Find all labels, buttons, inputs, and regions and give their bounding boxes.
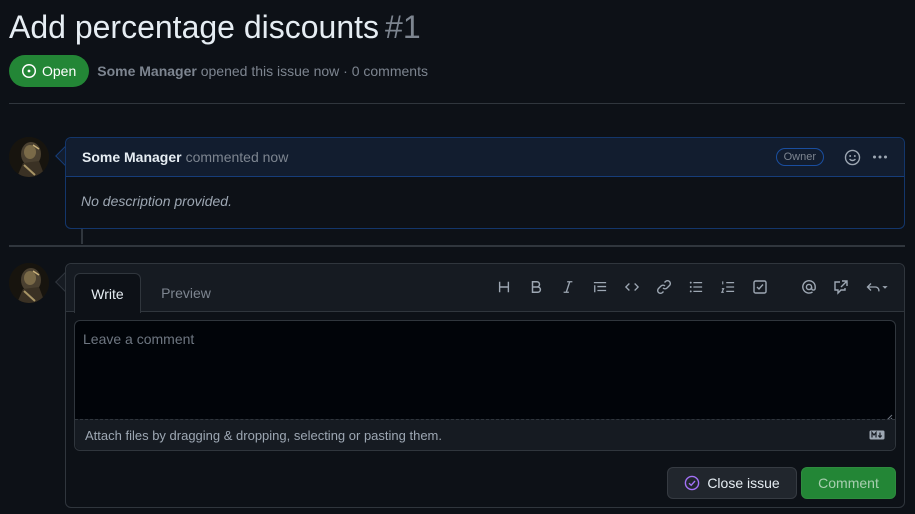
editor-header: Write Preview [66,264,904,313]
issue-number: #1 [385,9,421,45]
quote-icon[interactable] [588,276,612,298]
comment-author-link[interactable]: Some Manager [82,149,182,165]
unordered-list-icon[interactable] [684,276,708,298]
code-icon[interactable] [620,276,644,298]
comment-submit-button[interactable]: Comment [801,467,896,499]
saved-reply-icon[interactable] [863,276,893,298]
heading-icon[interactable] [492,276,516,298]
status-label: Open [42,63,77,79]
resize-grip-icon[interactable] [883,409,893,422]
cross-reference-icon[interactable] [829,276,853,298]
issue-opened-icon [21,63,37,79]
comment-textarea[interactable] [75,321,895,420]
owner-badge: Owner [775,148,824,166]
avatar[interactable] [9,263,49,303]
comment-body: No description provided. [81,193,232,209]
timeline-divider [9,245,905,247]
comment-action[interactable]: commented now [186,149,289,165]
attach-files-text: Attach files by dragging & dropping, sel… [85,427,442,443]
issue-opened-text: opened this issue now · 0 comments [200,63,428,79]
issue-meta: Open Some Manager opened this issue now … [9,55,428,87]
issue-title: Add percentage discounts #1 [9,9,421,45]
comment-box: Some Manager commented now Owner No desc… [65,137,905,229]
status-badge: Open [9,55,90,87]
issue-author-link[interactable]: Some Manager [97,63,197,79]
kebab-horizontal-icon[interactable] [870,147,890,167]
issue-meta-text: Some Manager opened this issue now · 0 c… [97,63,428,79]
avatar[interactable] [9,137,49,177]
issue-closed-icon [685,475,700,491]
bold-icon[interactable] [524,276,548,298]
close-issue-button[interactable]: Close issue [667,467,797,499]
close-issue-label: Close issue [707,475,780,491]
comment-textarea-wrapper: Attach files by dragging & dropping, sel… [74,320,896,451]
comment-header: Some Manager commented now Owner [66,138,904,177]
link-icon[interactable] [652,276,676,298]
markdown-icon[interactable] [869,430,885,440]
timeline-line [81,229,83,244]
task-list-icon[interactable] [748,276,772,298]
smiley-icon[interactable] [842,147,862,167]
markdown-toolbar [66,276,904,298]
mention-icon[interactable] [797,276,821,298]
header-divider [9,103,905,104]
comment-editor: Write Preview Leave a comment Attach fil… [65,263,905,508]
issue-page: Add percentage discounts #1 Open Some Man… [0,0,915,514]
ordered-list-icon[interactable] [716,276,740,298]
attach-files-bar[interactable]: Attach files by dragging & dropping, sel… [75,419,895,450]
italic-icon[interactable] [556,276,580,298]
